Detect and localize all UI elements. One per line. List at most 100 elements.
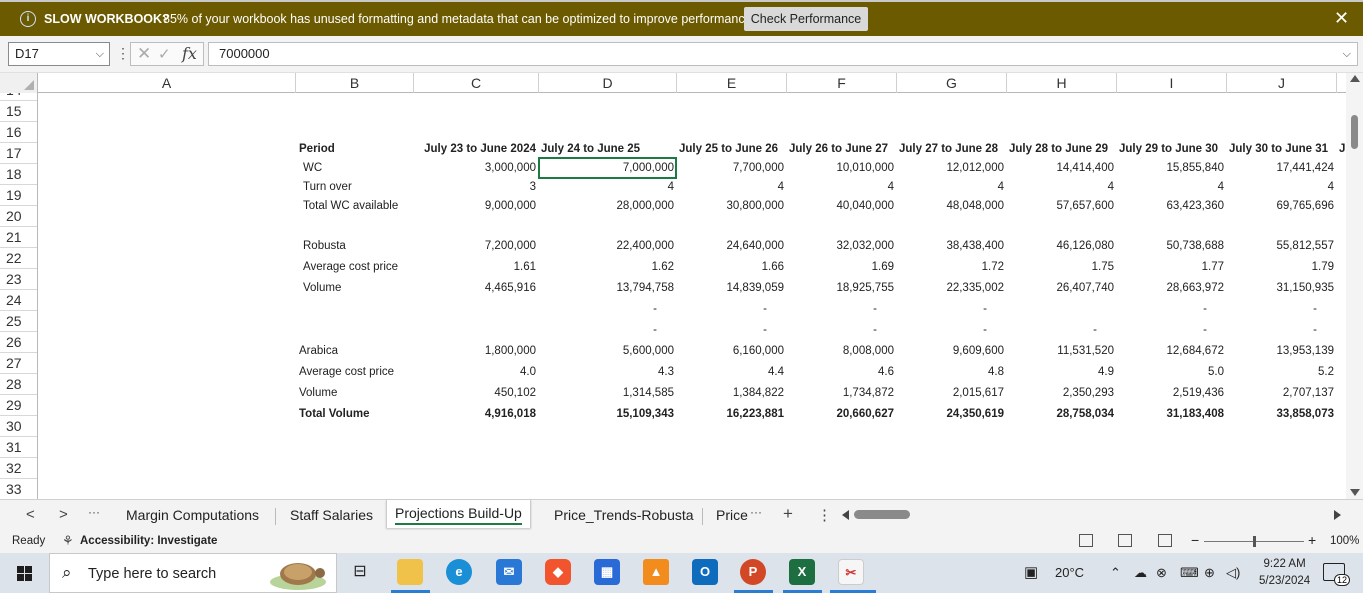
total-wc-value[interactable]: 9,000,000 (416, 198, 536, 214)
robusta-avg-value[interactable]: 1.77 (1119, 259, 1224, 275)
turnover-value[interactable]: 3 (416, 179, 536, 195)
chevron-up-icon[interactable]: ⌃ (1110, 565, 1121, 581)
column-header-i[interactable]: I (1117, 73, 1227, 93)
turnover-value[interactable]: 4 (541, 179, 674, 195)
row-header[interactable]: 33 (0, 479, 37, 499)
arabica-value[interactable]: 13,953,139 (1229, 343, 1334, 359)
row-header[interactable]: 16 (0, 122, 37, 143)
horizontal-scroll-thumb[interactable] (854, 510, 910, 519)
arabica-label[interactable]: Arabica (299, 343, 338, 359)
wc-value[interactable]: 17,441,424 (1229, 160, 1334, 176)
row-header[interactable]: 19 (0, 185, 37, 206)
dash-cell[interactable]: - (1229, 322, 1317, 338)
accessibility-status[interactable]: Accessibility: Investigate (80, 535, 217, 547)
dash-cell[interactable]: - (789, 322, 877, 338)
dash-cell[interactable]: - (789, 301, 877, 317)
robusta-value[interactable]: 38,438,400 (899, 238, 1004, 254)
arabica-volume-value[interactable]: 2,519,436 (1119, 385, 1224, 401)
wc-value[interactable]: 3,000,000 (416, 160, 536, 176)
period-header[interactable]: July 27 to June 28 (899, 141, 998, 157)
windows-start-icon[interactable] (17, 566, 32, 581)
select-all-corner[interactable] (0, 73, 38, 93)
dash-cell[interactable]: - (679, 322, 767, 338)
arabica-value[interactable]: 12,684,672 (1119, 343, 1224, 359)
period-label[interactable]: Period (299, 141, 335, 157)
dash-cell[interactable]: - (541, 301, 657, 317)
row-header[interactable]: 30 (0, 416, 37, 437)
tab-margin-computations[interactable]: Margin Computations (126, 507, 259, 523)
weather-icon[interactable]: ▣ (1024, 563, 1038, 581)
total-volume-value[interactable]: 31,183,408 (1119, 406, 1224, 422)
arabica-avg-value[interactable]: 5.2 (1229, 364, 1334, 380)
robusta-value[interactable]: 55,812,557 (1229, 238, 1334, 254)
robusta-avg-value[interactable]: 1.61 (416, 259, 536, 275)
robusta-value[interactable]: 7,200,000 (416, 238, 536, 254)
formula-input[interactable]: 7000000 ⌵ (208, 42, 1358, 66)
row-header[interactable]: 17 (0, 143, 37, 164)
overflow-tabs-icon[interactable]: ··· (750, 505, 762, 519)
arabica-value[interactable]: 1,800,000 (416, 343, 536, 359)
robusta-avg-value[interactable]: 1.62 (541, 259, 674, 275)
task-view-icon[interactable]: ⊟ (347, 559, 373, 585)
scroll-left-icon[interactable] (842, 510, 849, 520)
arabica-avg-value[interactable]: 4.8 (899, 364, 1004, 380)
period-header[interactable]: July 26 to June 27 (789, 141, 888, 157)
total-wc-value[interactable]: 30,800,000 (679, 198, 784, 214)
dash-cell[interactable]: - (1119, 322, 1207, 338)
row-header[interactable]: 27 (0, 353, 37, 374)
prev-sheet-icon[interactable]: < (26, 506, 35, 523)
total-volume-label[interactable]: Total Volume (299, 406, 370, 422)
robusta-value[interactable]: 46,126,080 (1009, 238, 1114, 254)
column-header-a[interactable]: A (38, 73, 296, 93)
network-icon[interactable]: ⊗ (1156, 565, 1167, 581)
robusta-volume-value[interactable]: 14,839,059 (679, 280, 784, 296)
row-header[interactable]: 14 (0, 93, 37, 101)
wc-value-selected[interactable]: 7,000,000 (538, 157, 677, 179)
wc-value[interactable]: 14,414,400 (1009, 160, 1114, 176)
dash-cell[interactable]: - (679, 301, 767, 317)
period-header[interactable]: July 25 to June 26 (679, 141, 778, 157)
robusta-volume-value[interactable]: 18,925,755 (789, 280, 894, 296)
robusta-avg-value[interactable]: 1.75 (1009, 259, 1114, 275)
dash-cell[interactable]: - (1009, 322, 1097, 338)
column-header-g[interactable]: G (897, 73, 1007, 93)
arabica-avg-value[interactable]: 4.0 (416, 364, 536, 380)
scroll-thumb[interactable] (1351, 115, 1358, 149)
total-volume-value[interactable]: 33,858,073 (1229, 406, 1334, 422)
taskbar-clock[interactable]: 9:22 AM 5/23/2024 (1259, 556, 1310, 590)
dash-cell[interactable]: - (899, 301, 987, 317)
robusta-volume-value[interactable]: 26,407,740 (1009, 280, 1114, 296)
total-wc-value[interactable]: 40,040,000 (789, 198, 894, 214)
more-options-icon[interactable]: ⋮ (116, 45, 130, 62)
turnover-value[interactable]: 4 (679, 179, 784, 195)
arabica-value[interactable]: 9,609,600 (899, 343, 1004, 359)
scroll-down-icon[interactable] (1350, 489, 1360, 496)
turnover-value[interactable]: 4 (1229, 179, 1334, 195)
notification-center-icon[interactable]: 12 (1323, 563, 1350, 586)
column-header-j[interactable]: J (1227, 73, 1337, 93)
turnover-label[interactable]: Turn over (303, 179, 352, 195)
row-header[interactable]: 18 (0, 164, 37, 185)
more-sheets-icon[interactable]: ··· (88, 505, 100, 519)
normal-view-icon[interactable] (1079, 534, 1093, 547)
column-header-h[interactable]: H (1007, 73, 1117, 93)
row-header[interactable]: 23 (0, 269, 37, 290)
microsoft-store-icon[interactable]: ▦ (594, 559, 620, 585)
total-wc-value[interactable]: 48,048,000 (899, 198, 1004, 214)
row-header[interactable]: 21 (0, 227, 37, 248)
vertical-scrollbar[interactable] (1346, 73, 1363, 499)
column-header-f[interactable]: F (787, 73, 897, 93)
wc-value[interactable]: 7,700,000 (679, 160, 784, 176)
arabica-value[interactable]: 6,160,000 (679, 343, 784, 359)
arabica-avg-value[interactable]: 4.4 (679, 364, 784, 380)
robusta-volume-value[interactable]: 22,335,002 (899, 280, 1004, 296)
expand-formula-icon[interactable]: ⌵ (1343, 43, 1351, 65)
onedrive-icon[interactable]: ☁ (1134, 565, 1147, 581)
zoom-slider-thumb[interactable] (1253, 536, 1256, 547)
arabica-avg-value[interactable]: 4.6 (789, 364, 894, 380)
dash-cell[interactable]: - (899, 322, 987, 338)
period-header[interactable]: July 30 to June 31 (1229, 141, 1328, 157)
volume-icon[interactable]: ◁) (1226, 565, 1240, 581)
turnover-value[interactable]: 4 (1119, 179, 1224, 195)
turnover-value[interactable]: 4 (1009, 179, 1114, 195)
